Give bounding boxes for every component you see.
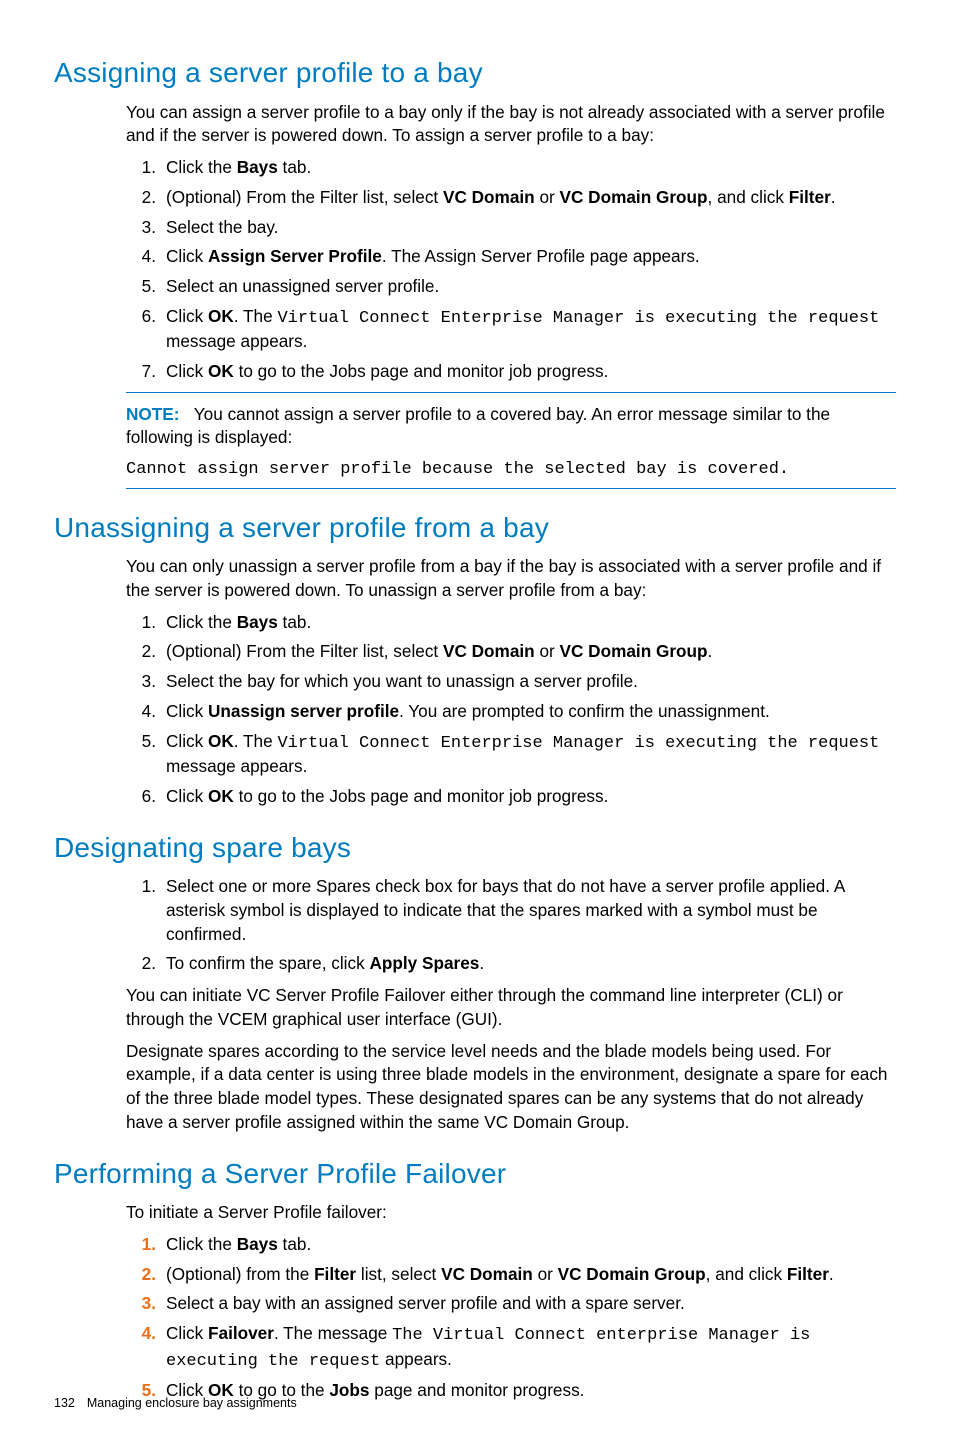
paragraph: Designate spares according to the servic… (126, 1040, 896, 1135)
heading-assigning: Assigning a server profile to a bay (54, 54, 900, 93)
step-item: Select the bay. (164, 216, 896, 240)
intro-paragraph: To initiate a Server Profile failover: (126, 1201, 896, 1225)
section-assigning: You can assign a server profile to a bay… (126, 101, 896, 489)
code-block: Cannot assign server profile because the… (126, 458, 896, 481)
step-item: Select one or more Spares check box for … (164, 875, 896, 946)
section-failover: To initiate a Server Profile failover: C… (126, 1201, 896, 1403)
step-item: Select a bay with an assigned server pro… (164, 1292, 896, 1316)
section-designating: Select one or more Spares check box for … (126, 875, 896, 1134)
page-footer: 132 Managing enclosure bay assignments (54, 1395, 297, 1412)
inline-code: Virtual Connect Enterprise Manager is ex… (277, 309, 879, 328)
step-item: Select the bay for which you want to una… (164, 670, 896, 694)
document-page: Assigning a server profile to a bay You … (0, 0, 954, 1441)
step-item: Click Assign Server Profile. The Assign … (164, 245, 896, 269)
intro-paragraph: You can assign a server profile to a bay… (126, 101, 896, 148)
step-item: Select an unassigned server profile. (164, 275, 896, 299)
intro-paragraph: You can only unassign a server profile f… (126, 555, 896, 602)
steps-list: Select one or more Spares check box for … (126, 875, 896, 976)
step-item: Click the Bays tab. (164, 156, 896, 180)
step-item: Click the Bays tab. (164, 1233, 896, 1257)
page-number: 132 (54, 1396, 75, 1410)
step-item: Click OK. The Virtual Connect Enterprise… (164, 305, 896, 354)
step-item: Click OK. The Virtual Connect Enterprise… (164, 730, 896, 779)
step-item: Click Failover. The message The Virtual … (164, 1322, 896, 1373)
step-item: (Optional) From the Filter list, select … (164, 640, 896, 664)
step-item: To confirm the spare, click Apply Spares… (164, 952, 896, 976)
inline-code: Virtual Connect Enterprise Manager is ex… (277, 734, 879, 753)
note-label: NOTE: (126, 404, 179, 424)
steps-list: Click the Bays tab. (Optional) From the … (126, 611, 896, 809)
heading-designating: Designating spare bays (54, 829, 900, 868)
note-text: NOTE: You cannot assign a server profile… (126, 403, 896, 450)
heading-failover: Performing a Server Profile Failover (54, 1155, 900, 1194)
step-item: Click OK to go to the Jobs page and moni… (164, 360, 896, 384)
step-item: Click OK to go to the Jobs page and moni… (164, 785, 896, 809)
step-item: Click the Bays tab. (164, 611, 896, 635)
note-block: NOTE: You cannot assign a server profile… (126, 392, 896, 489)
section-unassigning: You can only unassign a server profile f… (126, 555, 896, 808)
steps-list: Click the Bays tab. (Optional) from the … (126, 1233, 896, 1403)
steps-list: Click the Bays tab. (Optional) From the … (126, 156, 896, 384)
heading-unassigning: Unassigning a server profile from a bay (54, 509, 900, 548)
footer-section-title: Managing enclosure bay assignments (87, 1396, 297, 1410)
step-item: Click Unassign server profile. You are p… (164, 700, 896, 724)
step-item: (Optional) from the Filter list, select … (164, 1263, 896, 1287)
step-item: (Optional) From the Filter list, select … (164, 186, 896, 210)
paragraph: You can initiate VC Server Profile Failo… (126, 984, 896, 1031)
